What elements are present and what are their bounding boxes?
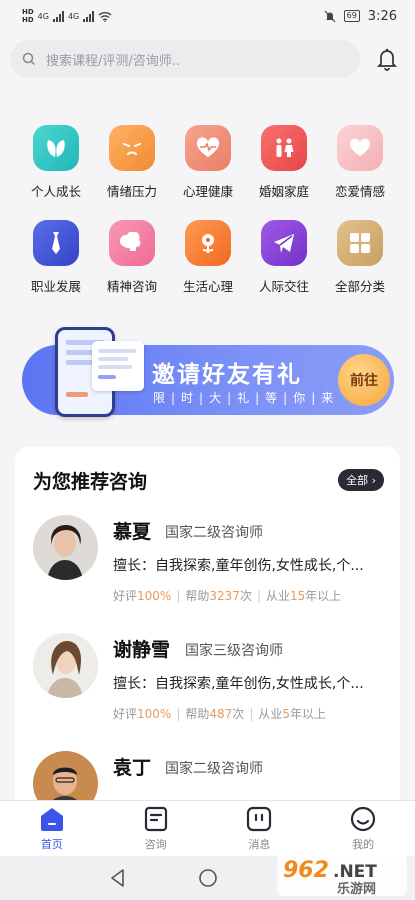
recommend-section: 为您推荐咨询 全部 › 慕夏 国家二级咨询师 擅长：自我探索,童年创伤,女性成长…: [15, 447, 400, 816]
counselor-card[interactable]: 谢静雪 国家三级咨询师 擅长：自我探索,童年创伤,女性成长,个... 好评100…: [33, 633, 383, 743]
search-icon: [22, 52, 36, 66]
banner-subtitle: 限|时|大|礼|等|你|来: [153, 391, 340, 405]
search-row: 搜索课程/评测/咨询师..: [10, 39, 405, 79]
counselor-name: 袁丁: [113, 757, 152, 779]
banner-go-button[interactable]: 前往: [338, 354, 390, 406]
bottom-tab-bar: 首页 咨询 消息 我的: [0, 800, 415, 856]
counselor-level: 国家三级咨询师: [185, 643, 283, 659]
heart-icon: [337, 125, 383, 171]
tab-home[interactable]: 首页: [17, 806, 87, 852]
leaf-icon: [33, 125, 79, 171]
flower-icon: [185, 220, 231, 266]
counselor-name: 谢静雪: [113, 639, 171, 661]
category-all[interactable]: 全部分类: [322, 220, 398, 295]
grid-icon: [337, 220, 383, 266]
category-personal-growth[interactable]: 个人成长: [18, 125, 94, 200]
clock: 3:26: [367, 8, 397, 24]
signal-icon: [52, 10, 64, 22]
tab-consult[interactable]: 咨询: [121, 806, 191, 852]
svg-text:962: 962: [283, 858, 329, 883]
counselor-level: 国家二级咨询师: [165, 761, 263, 777]
avatar: [33, 515, 98, 580]
section-title: 为您推荐咨询: [33, 471, 148, 493]
wifi-icon: [98, 11, 112, 22]
angry-face-icon: [109, 125, 155, 171]
category-row: 个人成长 情绪压力 心理健康 婚姻家庭 恋爱情感: [18, 125, 398, 200]
category-grid: 个人成长 情绪压力 心理健康 婚姻家庭 恋爱情感 职业发展 精神咨询 生活心理 …: [18, 125, 398, 315]
home-circle-icon[interactable]: [198, 868, 218, 888]
counselor-specialty: 擅长：自我探索,童年创伤,女性成长,个...: [113, 676, 364, 692]
category-mental-health[interactable]: 心理健康: [170, 125, 246, 200]
hd-indicator: HD HD: [22, 8, 34, 24]
counselor-specialty: 擅长：自我探索,童年创伤,女性成长,个...: [113, 558, 364, 574]
mute-bell-icon: [324, 10, 336, 22]
status-left: HD HD 4G 4G: [22, 8, 112, 24]
couple-icon: [261, 125, 307, 171]
search-input[interactable]: 搜索课程/评测/咨询师..: [10, 40, 360, 78]
status-bar: HD HD 4G 4G 69 3:26: [0, 0, 415, 32]
home-icon: [40, 807, 63, 831]
counselor-card[interactable]: 慕夏 国家二级咨询师 擅长：自我探索,童年创伤,女性成长,个... 好评100%…: [33, 515, 383, 625]
network-label-1: 4G: [37, 11, 49, 21]
view-all-button[interactable]: 全部 ›: [338, 469, 384, 491]
battery-indicator: 69: [343, 10, 360, 22]
svg-text:.NET: .NET: [333, 862, 377, 882]
brain-icon: [109, 220, 155, 266]
avatar: [33, 633, 98, 698]
category-life-psychology[interactable]: 生活心理: [170, 220, 246, 295]
signal-icon-2: [83, 10, 95, 22]
chat-icon: [247, 806, 272, 831]
back-icon[interactable]: [108, 868, 128, 888]
invite-banner[interactable]: 邀请好友有礼 限|时|大|礼|等|你|来 前往: [22, 327, 394, 417]
counselor-name: 慕夏: [113, 521, 152, 543]
tab-mine[interactable]: 我的: [328, 806, 398, 852]
counselor-stats: 好评100% | 帮助3237次 | 从业15年以上: [113, 589, 342, 603]
category-social[interactable]: 人际交往: [246, 220, 322, 295]
watermark-logo: 962 .NET 乐游网: [277, 852, 407, 898]
svg-text:乐游网: 乐游网: [337, 881, 376, 897]
category-emotion-stress[interactable]: 情绪压力: [94, 125, 170, 200]
smile-icon: [351, 806, 376, 831]
counselor-stats: 好评100% | 帮助487次 | 从业5年以上: [113, 707, 327, 721]
card-illustration: [92, 341, 144, 391]
search-placeholder: 搜索课程/评测/咨询师..: [46, 53, 181, 69]
counselor-level: 国家二级咨询师: [165, 525, 263, 541]
notification-bell-icon[interactable]: [376, 47, 398, 71]
tab-message[interactable]: 消息: [224, 806, 294, 852]
category-career[interactable]: 职业发展: [18, 220, 94, 295]
heart-pulse-icon: [185, 125, 231, 171]
document-icon: [144, 806, 167, 831]
tie-icon: [33, 220, 79, 266]
category-row: 职业发展 精神咨询 生活心理 人际交往 全部分类: [18, 220, 398, 295]
status-right: 69 3:26: [324, 9, 397, 24]
category-psychiatric[interactable]: 精神咨询: [94, 220, 170, 295]
network-label-2: 4G: [67, 11, 80, 21]
paper-plane-icon: [261, 220, 307, 266]
category-love-emotion[interactable]: 恋爱情感: [322, 125, 398, 200]
banner-title: 邀请好友有礼: [152, 362, 302, 388]
category-marriage-family[interactable]: 婚姻家庭: [246, 125, 322, 200]
